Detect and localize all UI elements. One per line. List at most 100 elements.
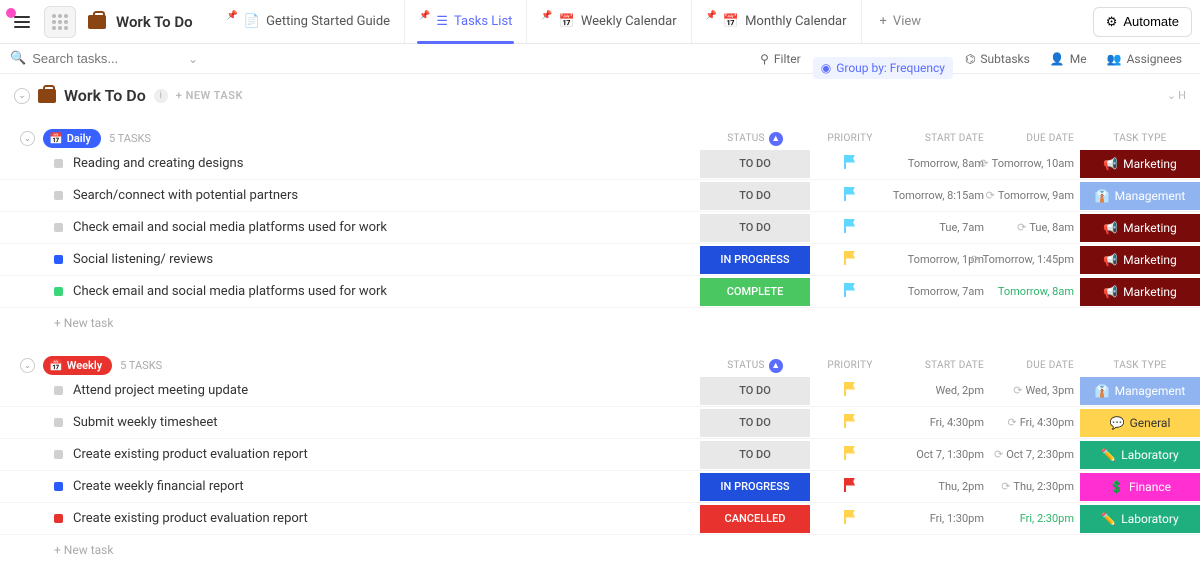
priority-cell[interactable] xyxy=(810,446,890,464)
status-square-icon[interactable] xyxy=(54,191,63,200)
status-square-icon[interactable] xyxy=(54,287,63,296)
due-date[interactable]: Fri, 2:30pm xyxy=(990,512,1080,525)
search-input[interactable] xyxy=(32,51,152,66)
status-badge[interactable]: TO DO xyxy=(700,409,810,437)
me-button[interactable]: 👤Me xyxy=(1042,48,1095,70)
status-square-icon[interactable] xyxy=(54,255,63,264)
start-date[interactable]: Tomorrow, 8:15am xyxy=(890,189,990,202)
task-row[interactable]: Check email and social media platforms u… xyxy=(0,212,1200,244)
status-square-icon[interactable] xyxy=(54,418,63,427)
due-date[interactable]: ⟳Tue, 8am xyxy=(990,221,1080,234)
task-name[interactable]: Attend project meeting update xyxy=(73,383,248,398)
col-priority[interactable]: PRIORITY xyxy=(810,360,890,371)
task-type-tag[interactable]: 💬General xyxy=(1080,409,1200,437)
col-start[interactable]: START DATE xyxy=(890,133,990,144)
col-type[interactable]: TASK TYPE xyxy=(1080,360,1200,371)
menu-icon[interactable] xyxy=(8,10,36,34)
groupby-button[interactable]: ◉Group by: Frequency xyxy=(813,57,953,79)
filter-button[interactable]: ⚲Filter xyxy=(752,48,809,70)
start-date[interactable]: Oct 7, 1:30pm xyxy=(890,448,990,461)
priority-cell[interactable] xyxy=(810,283,890,301)
status-badge[interactable]: TO DO xyxy=(700,150,810,178)
due-date[interactable]: Tomorrow, 8am xyxy=(990,285,1080,298)
collapse-all-button[interactable]: ⌄ xyxy=(14,88,30,104)
new-task-button[interactable]: + NEW TASK xyxy=(176,89,243,102)
task-name[interactable]: Create existing product evaluation repor… xyxy=(73,447,308,462)
status-square-icon[interactable] xyxy=(54,450,63,459)
task-name[interactable]: Submit weekly timesheet xyxy=(73,415,218,430)
new-task-row[interactable]: + New task xyxy=(0,535,1200,565)
status-badge[interactable]: TO DO xyxy=(700,441,810,469)
priority-cell[interactable] xyxy=(810,187,890,205)
status-badge[interactable]: IN PROGRESS xyxy=(700,473,810,501)
task-name[interactable]: Check email and social media platforms u… xyxy=(73,220,387,235)
priority-cell[interactable] xyxy=(810,382,890,400)
due-date[interactable]: ⟳Tomorrow, 10am xyxy=(990,157,1080,170)
task-name[interactable]: Create existing product evaluation repor… xyxy=(73,511,308,526)
task-name[interactable]: Social listening/ reviews xyxy=(73,252,213,267)
status-square-icon[interactable] xyxy=(54,386,63,395)
status-badge[interactable]: TO DO xyxy=(700,182,810,210)
status-square-icon[interactable] xyxy=(54,514,63,523)
due-date[interactable]: ⟳Tomorrow, 9am xyxy=(990,189,1080,202)
start-date[interactable]: Tomorrow, 8am xyxy=(890,157,990,170)
task-type-tag[interactable]: 📢Marketing xyxy=(1080,214,1200,242)
task-row[interactable]: Reading and creating designs TO DO Tomor… xyxy=(0,148,1200,180)
task-name[interactable]: Search/connect with potential partners xyxy=(73,188,298,203)
new-task-row[interactable]: + New task xyxy=(0,308,1200,338)
col-status[interactable]: STATUS▲ xyxy=(700,359,810,373)
automate-button[interactable]: ⚙ Automate xyxy=(1093,7,1192,37)
status-badge[interactable]: TO DO xyxy=(700,214,810,242)
status-badge[interactable]: COMPLETE xyxy=(700,278,810,306)
col-start[interactable]: START DATE xyxy=(890,360,990,371)
task-name[interactable]: Check email and social media platforms u… xyxy=(73,284,387,299)
tab-tasks-list[interactable]: 📌☰Tasks List xyxy=(405,0,527,43)
task-type-tag[interactable]: 👔Management xyxy=(1080,182,1200,210)
status-badge[interactable]: IN PROGRESS xyxy=(700,246,810,274)
task-row[interactable]: Attend project meeting update TO DO Wed,… xyxy=(0,375,1200,407)
task-row[interactable]: Create existing product evaluation repor… xyxy=(0,439,1200,471)
priority-cell[interactable] xyxy=(810,219,890,237)
start-date[interactable]: Thu, 2pm xyxy=(890,480,990,493)
task-name[interactable]: Reading and creating designs xyxy=(73,156,243,171)
add-view-button[interactable]: + View xyxy=(866,14,936,29)
task-type-tag[interactable]: 📢Marketing xyxy=(1080,278,1200,306)
collapse-group-button[interactable]: ⌄ xyxy=(20,358,35,373)
task-name[interactable]: Create weekly financial report xyxy=(73,479,244,494)
tab-weekly-calendar[interactable]: 📌📅Weekly Calendar xyxy=(527,0,691,43)
status-square-icon[interactable] xyxy=(54,223,63,232)
due-date[interactable]: ⟳Thu, 2:30pm xyxy=(990,480,1080,493)
status-square-icon[interactable] xyxy=(54,159,63,168)
due-date[interactable]: ⟳Oct 7, 2:30pm xyxy=(990,448,1080,461)
col-due[interactable]: DUE DATE xyxy=(990,360,1080,371)
start-date[interactable]: Fri, 4:30pm xyxy=(890,416,990,429)
priority-cell[interactable] xyxy=(810,510,890,528)
tab-getting-started-guide[interactable]: 📌📄Getting Started Guide xyxy=(213,0,405,43)
task-type-tag[interactable]: ✏️Laboratory xyxy=(1080,441,1200,469)
task-type-tag[interactable]: ✏️Laboratory xyxy=(1080,505,1200,533)
search-dropdown-icon[interactable]: ⌄ xyxy=(188,52,198,66)
hide-columns-button[interactable]: ⌄ H xyxy=(1167,89,1186,102)
due-date[interactable]: ⟳Tomorrow, 1:45pm xyxy=(990,253,1080,266)
task-type-tag[interactable]: 📢Marketing xyxy=(1080,246,1200,274)
task-row[interactable]: Create weekly financial report IN PROGRE… xyxy=(0,471,1200,503)
task-type-tag[interactable]: 👔Management xyxy=(1080,377,1200,405)
col-type[interactable]: TASK TYPE xyxy=(1080,133,1200,144)
tab-monthly-calendar[interactable]: 📌📅Monthly Calendar xyxy=(692,0,862,43)
collapse-group-button[interactable]: ⌄ xyxy=(20,131,35,146)
priority-cell[interactable] xyxy=(810,478,890,496)
task-row[interactable]: Search/connect with potential partners T… xyxy=(0,180,1200,212)
start-date[interactable]: Tue, 7am xyxy=(890,221,990,234)
status-badge[interactable]: CANCELLED xyxy=(700,505,810,533)
priority-cell[interactable] xyxy=(810,414,890,432)
task-row[interactable]: Create existing product evaluation repor… xyxy=(0,503,1200,535)
subtasks-button[interactable]: ⌬Subtasks xyxy=(957,48,1038,70)
task-row[interactable]: Submit weekly timesheet TO DO Fri, 4:30p… xyxy=(0,407,1200,439)
group-pill[interactable]: 📅 Weekly xyxy=(43,356,112,375)
start-date[interactable]: Tomorrow, 7am xyxy=(890,285,990,298)
priority-cell[interactable] xyxy=(810,155,890,173)
status-badge[interactable]: TO DO xyxy=(700,377,810,405)
due-date[interactable]: ⟳Fri, 4:30pm xyxy=(990,416,1080,429)
due-date[interactable]: ⟳Wed, 3pm xyxy=(990,384,1080,397)
info-icon[interactable]: i xyxy=(154,89,168,103)
